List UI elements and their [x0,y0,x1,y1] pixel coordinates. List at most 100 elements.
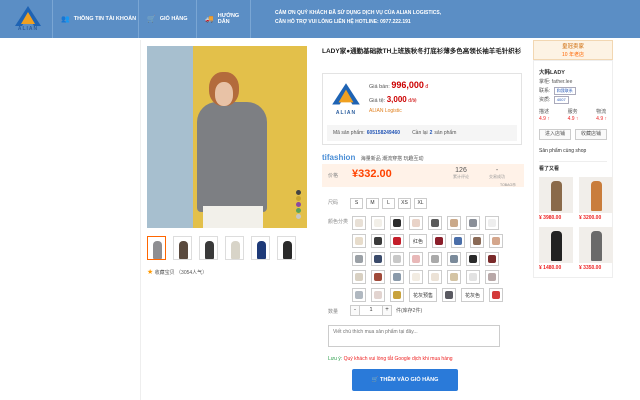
shop-scores: 描述 4.9 ↑ 服务 4.9 ↑ 物流 4.9 ↑ [539,109,607,123]
color-swatch [431,255,439,263]
favorite-link[interactable]: ★ 收藏宝贝 （3054人气） [147,268,207,276]
color-option[interactable] [409,270,423,284]
shop-buttons: 进入店铺 收藏店铺 [539,129,607,140]
color-option[interactable] [485,270,499,284]
score-label: 描述 [539,109,550,115]
recommend-image [539,177,573,213]
nav-cart[interactable]: 🛒 GIỎ HÀNG [138,0,196,38]
thumbnail-image[interactable] [147,236,166,260]
same-shop-link[interactable]: Sản phẩm cùng shop [539,147,607,156]
color-swatch [469,273,477,281]
recommend-item[interactable]: ¥ 3350.00 [579,227,615,273]
color-option[interactable] [371,270,385,284]
color-option[interactable] [352,216,366,230]
color-option[interactable] [390,216,404,230]
color-swatch [431,219,439,227]
color-option[interactable] [390,270,404,284]
color-option[interactable] [428,216,442,230]
color-option[interactable] [447,270,461,284]
order-note-input[interactable] [328,325,500,347]
qty-minus-button[interactable]: - [350,305,360,316]
enter-shop-button[interactable]: 进入店铺 [539,129,571,140]
notice-line-1: CẢM ƠN QUÝ KHÁCH ĐÃ SỬ DỤNG DỊCH VỤ CỦA … [275,10,442,16]
color-option[interactable] [466,270,480,284]
color-option[interactable] [447,252,461,266]
color-option[interactable] [470,234,485,248]
color-option[interactable] [447,216,461,230]
color-option[interactable] [371,216,385,230]
color-swatch [450,273,458,281]
thumbnail-image[interactable] [199,236,218,260]
contact-button[interactable]: 和我联系 [553,87,576,95]
score-label: 物流 [596,109,607,115]
thumbnail-figure [257,241,266,259]
recommend-price: ¥ 3350.00 [579,265,602,271]
color-option[interactable] [409,252,423,266]
thumbnail-image[interactable] [251,236,270,260]
tifashion-banner[interactable]: tifashion 海量新品 潮流穿搭 玩趣互动 [322,153,424,162]
cart-icon: 🛒 [147,16,156,23]
size-option[interactable]: XL [414,198,427,209]
color-swatch [393,255,401,263]
color-option[interactable] [352,252,366,266]
color-swatch [374,255,382,263]
thumbnail-image[interactable] [225,236,244,260]
add-to-cart-button[interactable]: 🛒 THÊM VÀO GIỎ HÀNG [352,369,458,391]
color-option[interactable] [371,288,385,302]
add-to-cart-label: THÊM VÀO GIỎ HÀNG [380,377,439,383]
color-option-text[interactable]: 花灰预售 [409,288,438,302]
color-option[interactable] [352,234,366,248]
color-swatch [393,273,401,281]
color-option[interactable] [390,234,404,248]
seller-label: 掌柜: [539,79,551,85]
tobao-link[interactable]: TOBAO币 [500,183,516,188]
recommend-item[interactable]: ¥ 3200.00 [579,177,615,223]
color-option[interactable] [451,234,466,248]
color-option[interactable] [489,234,504,248]
color-option[interactable] [442,288,457,302]
color-option-text[interactable]: 花灰色 [461,288,485,302]
color-option[interactable] [390,288,404,302]
nav-guide[interactable]: 🚚 HƯỚNG DẪN [196,0,250,38]
size-option[interactable]: L [382,198,395,209]
reviews-stat[interactable]: 126 累计评论 [444,167,478,180]
color-option[interactable] [466,252,480,266]
color-option[interactable] [489,288,504,302]
color-option[interactable] [485,252,499,266]
product-main-image[interactable] [147,46,307,228]
top-nav-bar: ALIAN 👥 THÔNG TIN TÀI KHOẢN 🛒 GIỎ HÀNG 🚚… [0,0,640,38]
color-option[interactable] [371,252,385,266]
thumbnail-image[interactable] [173,236,192,260]
size-option[interactable]: XS [398,198,411,209]
sell-price-row: Giá bán: 996,000 đ [369,80,428,90]
recommend-item[interactable]: ¥ 3980.00 [539,177,575,223]
color-option-text[interactable]: 红色 [409,234,428,248]
size-label: 尺码 [328,200,339,206]
trades-stat: - 交易成功 [480,167,514,180]
shop-name[interactable]: 大韩LADY [539,69,607,78]
favorite-text: 收藏宝贝 （3054人气） [154,270,208,276]
color-option[interactable] [371,234,385,248]
color-option[interactable] [428,252,442,266]
color-option[interactable] [466,216,480,230]
color-option[interactable] [390,252,404,266]
size-option[interactable]: M [366,198,379,209]
shop-panel: 皇冠卖家 10 年老店 大韩LADY 掌柜: father.lee 联系: 和我… [533,40,613,278]
color-option[interactable] [432,234,447,248]
thumbnail-image[interactable] [277,236,296,260]
color-option[interactable] [409,216,423,230]
color-swatch [355,255,363,263]
nav-account[interactable]: 👥 THÔNG TIN TÀI KHOẢN [52,0,138,38]
color-option[interactable] [428,270,442,284]
color-option[interactable] [485,216,499,230]
cart-icon: 🛒 [371,377,380,383]
tip-prefix: Lưu ý: [328,356,343,362]
size-option[interactable]: S [350,198,363,209]
buy-count: 2 [429,130,433,136]
qty-input[interactable]: 1 [360,305,382,316]
favorite-shop-button[interactable]: 收藏店铺 [575,129,607,140]
color-option[interactable] [352,288,366,302]
color-option[interactable] [352,270,366,284]
qty-plus-button[interactable]: + [382,305,392,316]
recommend-item[interactable]: ¥ 1480.00 [539,227,575,273]
